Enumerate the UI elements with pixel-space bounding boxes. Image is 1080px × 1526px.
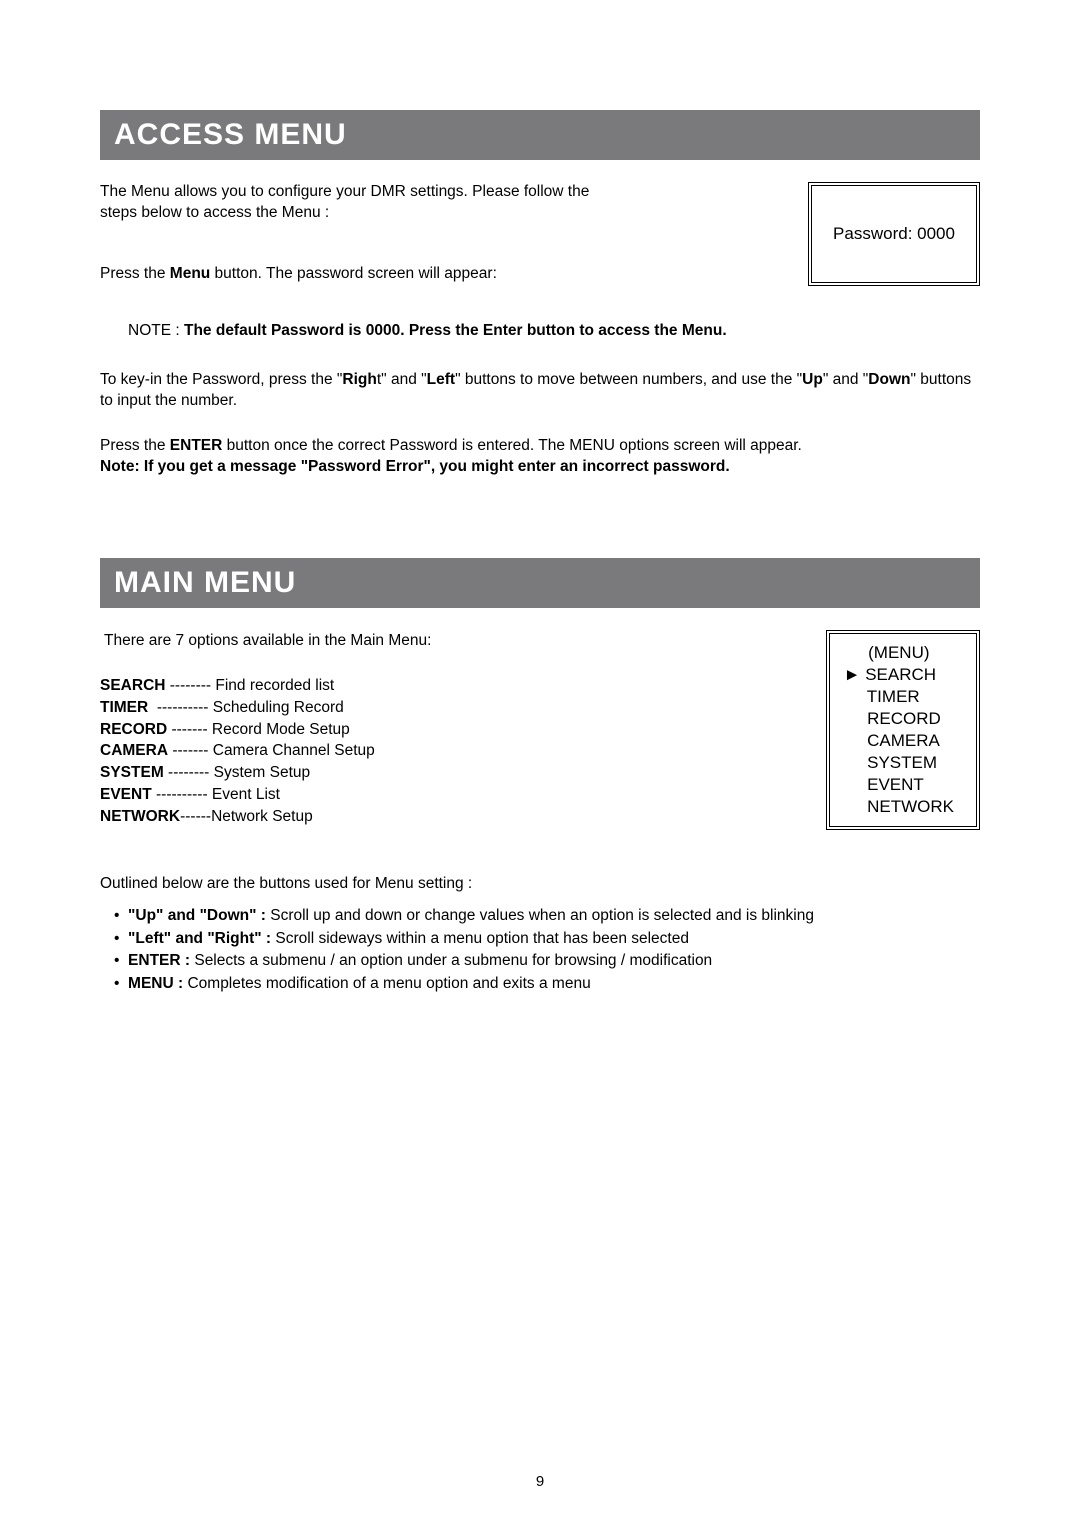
bullet-bold: ENTER : xyxy=(128,952,190,969)
option-line-system: SYSTEM -------- System Setup xyxy=(100,762,826,784)
password-display-text: Password: 0000 xyxy=(833,224,955,243)
access-menu-intro: The Menu allows you to configure your DM… xyxy=(100,182,620,224)
main-menu-block: There are 7 options available in the Mai… xyxy=(100,630,980,831)
option-line-timer: TIMER ---------- Scheduling Record xyxy=(100,697,826,719)
bullet-item: MENU : Completes modification of a menu … xyxy=(100,973,980,995)
option-name: TIMER xyxy=(100,699,148,716)
keyin-d: Left xyxy=(427,371,455,388)
menu-screen-title: (MENU) xyxy=(844,642,954,664)
option-desc: Camera Channel Setup xyxy=(213,742,375,759)
menu-item-network: NETWORK xyxy=(844,796,954,818)
page-number: 9 xyxy=(0,1473,1080,1490)
keyin-b: Righ xyxy=(342,371,376,388)
enter-a: Press the xyxy=(100,437,170,454)
menu-item-event: EVENT xyxy=(844,774,954,796)
password-display-box: Password: 0000 xyxy=(808,182,980,286)
outlined-paragraph: Outlined below are the buttons used for … xyxy=(100,874,980,895)
menu-buttons-list: "Up" and "Down" : Scroll up and down or … xyxy=(100,905,980,995)
menu-item-search: ► SEARCH xyxy=(844,664,954,686)
bullet-text: Selects a submenu / an option under a su… xyxy=(190,952,712,969)
keyin-a: To key-in the Password, press the " xyxy=(100,371,342,388)
option-line-event: EVENT ---------- Event List xyxy=(100,784,826,806)
bullet-item: "Up" and "Down" : Scroll up and down or … xyxy=(100,905,980,927)
menu-screen-box: (MENU) ► SEARCH TIMER RECORD CAMERA SYST… xyxy=(826,630,980,831)
bullet-text: Scroll sideways within a menu option tha… xyxy=(271,930,689,947)
bullet-bold: "Up" and "Down" : xyxy=(128,907,266,924)
option-line-network: NETWORK------Network Setup xyxy=(100,806,826,828)
option-name: CAMERA xyxy=(100,742,168,759)
access-menu-intro-block: The Menu allows you to configure your DM… xyxy=(100,182,980,286)
option-desc: Scheduling Record xyxy=(213,699,344,716)
option-desc: Record Mode Setup xyxy=(212,721,350,738)
option-desc: Network Setup xyxy=(211,808,313,825)
option-line-camera: CAMERA ------- Camera Channel Setup xyxy=(100,740,826,762)
option-dash: ------- xyxy=(167,721,212,738)
option-dash: -------- xyxy=(164,764,214,781)
option-line-record: RECORD ------- Record Mode Setup xyxy=(100,719,826,741)
keyin-f: Up xyxy=(802,371,823,388)
password-error-note: Note: If you get a message "Password Err… xyxy=(100,458,730,475)
option-name: SEARCH xyxy=(100,677,165,694)
keyin-h: Down xyxy=(868,371,910,388)
option-desc: Event List xyxy=(212,786,280,803)
bullet-text: Completes modification of a menu option … xyxy=(183,975,591,992)
keyin-g: " and " xyxy=(823,371,868,388)
default-password-note: NOTE : The default Password is 0000. Pre… xyxy=(128,322,980,340)
option-name: SYSTEM xyxy=(100,764,164,781)
option-name: RECORD xyxy=(100,721,167,738)
keyin-paragraph: To key-in the Password, press the "Right… xyxy=(100,370,980,412)
note-label: NOTE : xyxy=(128,322,184,339)
access-menu-title: ACCESS MENU xyxy=(114,118,966,152)
access-menu-press-bold: Menu xyxy=(170,265,210,282)
bullet-bold: MENU : xyxy=(128,975,183,992)
menu-item-timer: TIMER xyxy=(844,686,954,708)
menu-item-camera: CAMERA xyxy=(844,730,954,752)
bullet-item: "Left" and "Right" : Scroll sideways wit… xyxy=(100,928,980,950)
option-desc: Find recorded list xyxy=(215,677,334,694)
enter-b: ENTER xyxy=(170,437,223,454)
bullet-item: ENTER : Selects a submenu / an option un… xyxy=(100,950,980,972)
menu-item-record: RECORD xyxy=(844,708,954,730)
bullet-bold: "Left" and "Right" : xyxy=(128,930,271,947)
enter-paragraph: Press the ENTER button once the correct … xyxy=(100,436,980,478)
bullet-text: Scroll up and down or change values when… xyxy=(266,907,814,924)
enter-c: button once the correct Password is ente… xyxy=(222,437,802,454)
main-menu-header: MAIN MENU xyxy=(100,558,980,608)
option-dash: ---------- xyxy=(148,699,213,716)
main-menu-title: MAIN MENU xyxy=(114,566,966,600)
option-line-search: SEARCH -------- Find recorded list xyxy=(100,675,826,697)
note-text: The default Password is 0000. Press the … xyxy=(184,322,727,339)
access-menu-press-prefix: Press the xyxy=(100,265,170,282)
option-name: EVENT xyxy=(100,786,152,803)
option-desc: System Setup xyxy=(214,764,311,781)
option-dash: ---------- xyxy=(152,786,212,803)
menu-item-system: SYSTEM xyxy=(844,752,954,774)
keyin-c: t" and " xyxy=(377,371,427,388)
access-menu-header: ACCESS MENU xyxy=(100,110,980,160)
option-dash: ------ xyxy=(180,808,211,825)
main-menu-intro: There are 7 options available in the Mai… xyxy=(104,630,826,652)
option-dash: ------- xyxy=(168,742,213,759)
option-dash: -------- xyxy=(165,677,215,694)
option-name: NETWORK xyxy=(100,808,180,825)
access-menu-press-suffix: button. The password screen will appear: xyxy=(210,265,497,282)
keyin-e: " buttons to move between numbers, and u… xyxy=(455,371,802,388)
access-menu-press-line: Press the Menu button. The password scre… xyxy=(100,264,620,285)
